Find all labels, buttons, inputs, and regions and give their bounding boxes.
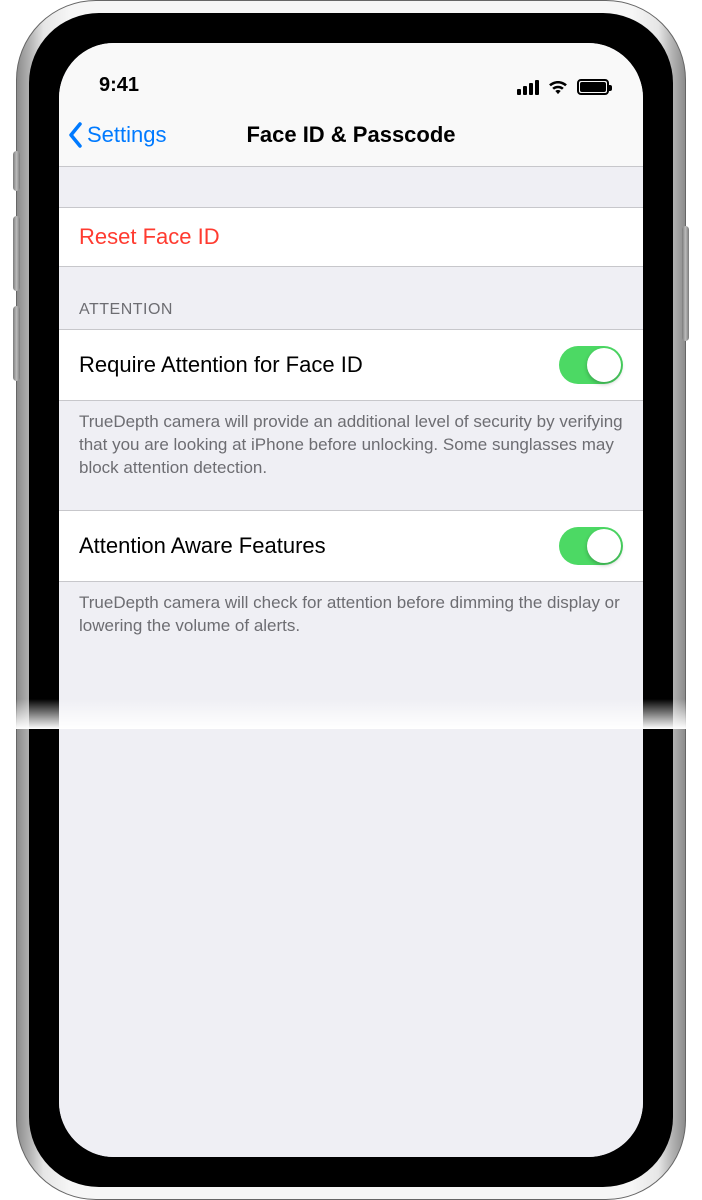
chevron-left-icon <box>67 121 85 149</box>
reset-face-id-label: Reset Face ID <box>79 224 220 250</box>
side-button <box>682 226 689 341</box>
wifi-icon <box>547 79 569 95</box>
require-attention-label: Require Attention for Face ID <box>79 352 363 378</box>
phone-frame: 9:41 <box>16 0 686 1200</box>
back-label: Settings <box>87 122 167 148</box>
attention-aware-footer: TrueDepth camera will check for attentio… <box>59 582 643 668</box>
require-attention-row[interactable]: Require Attention for Face ID <box>59 329 643 401</box>
mute-switch <box>13 151 20 191</box>
volume-down-button <box>13 306 20 381</box>
cellular-signal-icon <box>517 79 539 95</box>
volume-up-button <box>13 216 20 291</box>
screen: 9:41 <box>59 43 643 1157</box>
attention-section-header: ATTENTION <box>59 267 643 329</box>
battery-icon <box>577 79 609 95</box>
require-attention-footer: TrueDepth camera will provide an additio… <box>59 401 643 510</box>
nav-bar: Settings Face ID & Passcode <box>59 103 643 167</box>
require-attention-toggle[interactable] <box>559 346 623 384</box>
status-time: 9:41 <box>99 74 139 97</box>
attention-aware-row[interactable]: Attention Aware Features <box>59 510 643 582</box>
attention-aware-label: Attention Aware Features <box>79 533 326 559</box>
back-button[interactable]: Settings <box>59 121 167 149</box>
status-bar: 9:41 <box>59 43 643 103</box>
reset-face-id-button[interactable]: Reset Face ID <box>59 207 643 267</box>
settings-content[interactable]: Reset Face ID ATTENTION Require Attentio… <box>59 167 643 1157</box>
attention-aware-toggle[interactable] <box>559 527 623 565</box>
